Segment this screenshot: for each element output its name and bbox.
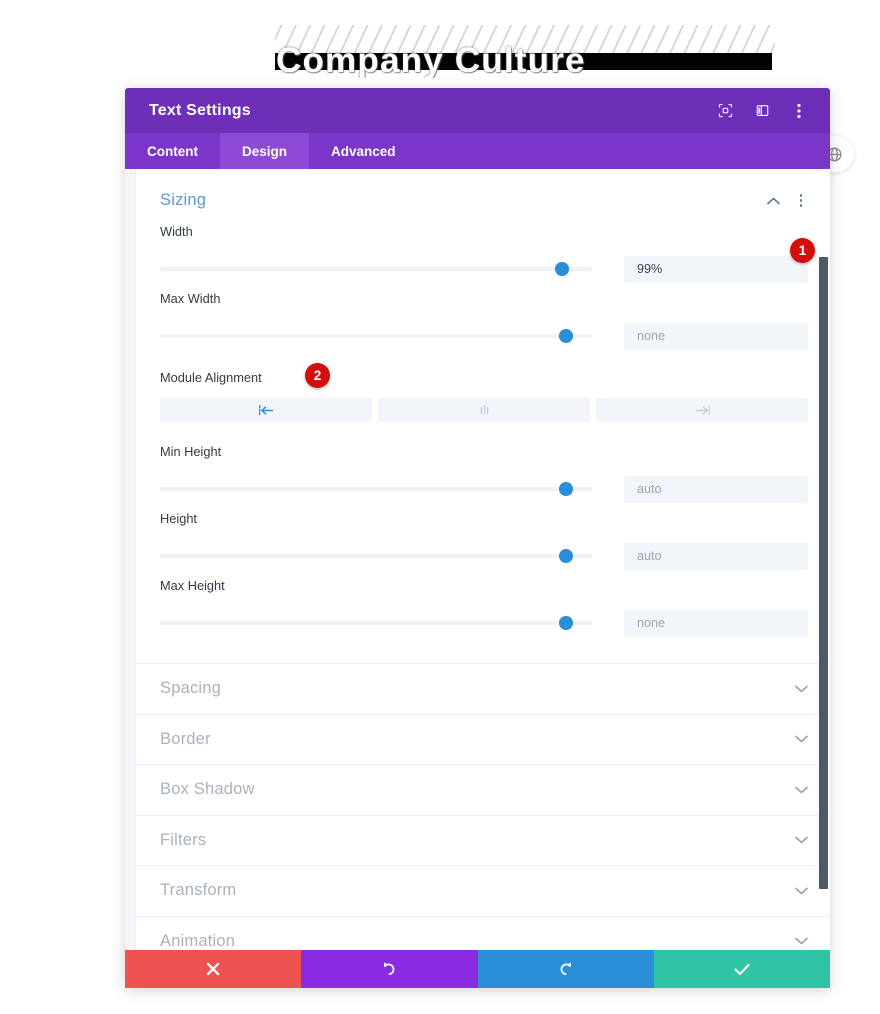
close-button[interactable] bbox=[125, 950, 301, 988]
sizing-more-options-icon[interactable] bbox=[794, 193, 808, 209]
tab-advanced[interactable]: Advanced bbox=[309, 133, 418, 169]
max-width-slider[interactable] bbox=[160, 322, 592, 350]
modal-tabs: Content Design Advanced bbox=[125, 133, 830, 169]
field-label-max-height: Max Height bbox=[160, 578, 808, 593]
field-row-height: auto bbox=[160, 542, 808, 570]
undo-button[interactable] bbox=[301, 950, 477, 988]
section-spacing[interactable]: Spacing bbox=[136, 664, 830, 715]
screen: Company Culture Text Settings bbox=[0, 0, 880, 1014]
width-value-input[interactable]: 99% bbox=[624, 256, 808, 283]
sizing-section-header[interactable]: Sizing bbox=[160, 169, 808, 224]
panel-layout-icon[interactable] bbox=[753, 102, 771, 120]
sizing-section-title: Sizing bbox=[160, 191, 206, 210]
field-label-min-height: Min Height bbox=[160, 444, 808, 459]
section-sizing: Sizing bbox=[136, 169, 830, 637]
chevron-down-icon[interactable] bbox=[794, 682, 808, 696]
chevron-down-icon[interactable] bbox=[794, 783, 808, 797]
max-height-slider-knob[interactable] bbox=[559, 616, 573, 630]
field-max-width: Max Width none bbox=[160, 291, 808, 350]
width-slider-knob[interactable] bbox=[555, 262, 569, 276]
field-min-height: Min Height auto bbox=[160, 444, 808, 503]
height-slider[interactable] bbox=[160, 542, 592, 570]
chevron-down-icon[interactable] bbox=[794, 833, 808, 847]
align-right-button[interactable] bbox=[596, 398, 808, 422]
field-row-max-width: none bbox=[160, 322, 808, 350]
min-height-slider[interactable] bbox=[160, 475, 592, 503]
section-box-shadow[interactable]: Box Shadow bbox=[136, 765, 830, 816]
section-animation[interactable]: Animation bbox=[136, 917, 830, 951]
max-height-slider-track bbox=[160, 621, 592, 625]
section-label-filters: Filters bbox=[160, 831, 206, 850]
chevron-up-icon[interactable] bbox=[766, 194, 780, 208]
min-height-value-input[interactable]: auto bbox=[624, 476, 808, 503]
height-value-input[interactable]: auto bbox=[624, 543, 808, 570]
field-label-width: Width bbox=[160, 224, 808, 239]
settings-scrollbar[interactable] bbox=[819, 169, 828, 950]
field-row-max-height: none bbox=[160, 609, 808, 637]
annotation-badge-1: 1 bbox=[790, 238, 815, 263]
field-label-module-alignment: Module Alignment bbox=[160, 370, 808, 385]
section-label-transform: Transform bbox=[160, 881, 236, 900]
field-module-alignment: Module Alignment bbox=[160, 370, 808, 422]
field-row-min-height: auto bbox=[160, 475, 808, 503]
max-height-slider[interactable] bbox=[160, 609, 592, 637]
module-alignment-group bbox=[160, 398, 808, 422]
section-label-spacing: Spacing bbox=[160, 679, 221, 698]
field-row-width: 99% bbox=[160, 255, 808, 283]
tab-content[interactable]: Content bbox=[125, 133, 220, 169]
max-width-value-input[interactable]: none bbox=[624, 323, 808, 350]
width-slider[interactable] bbox=[160, 255, 592, 283]
field-width: Width 99% bbox=[160, 224, 808, 283]
collapsed-sections-list: Spacing Border bbox=[136, 663, 830, 950]
chevron-down-icon[interactable] bbox=[794, 934, 808, 948]
modal-body: Sizing bbox=[125, 169, 830, 950]
text-settings-modal: Text Settings bbox=[125, 88, 830, 988]
max-width-slider-track bbox=[160, 334, 592, 338]
modal-footer-actions bbox=[125, 950, 830, 988]
align-center-button[interactable] bbox=[378, 398, 590, 422]
page-title: Company Culture bbox=[276, 42, 586, 78]
section-border[interactable]: Border bbox=[136, 715, 830, 766]
annotation-badge-2: 2 bbox=[305, 363, 330, 388]
modal-titlebar: Text Settings bbox=[125, 88, 830, 133]
width-slider-track bbox=[160, 267, 592, 271]
field-label-max-width: Max Width bbox=[160, 291, 808, 306]
field-max-height: Max Height none bbox=[160, 578, 808, 637]
height-slider-knob[interactable] bbox=[559, 549, 573, 563]
max-width-slider-knob[interactable] bbox=[559, 329, 573, 343]
min-height-slider-knob[interactable] bbox=[559, 482, 573, 496]
body-gutter bbox=[125, 169, 136, 950]
align-left-button[interactable] bbox=[160, 398, 372, 422]
chevron-down-icon[interactable] bbox=[794, 884, 808, 898]
settings-scroll-area: Sizing bbox=[136, 169, 830, 950]
page-canvas: Company Culture bbox=[270, 22, 775, 78]
scrollbar-thumb[interactable] bbox=[819, 257, 828, 889]
max-height-value-input[interactable]: none bbox=[624, 610, 808, 637]
field-height: Height auto bbox=[160, 511, 808, 570]
tab-design[interactable]: Design bbox=[220, 133, 309, 169]
save-button[interactable] bbox=[654, 950, 830, 988]
titlebar-actions bbox=[716, 102, 808, 120]
fullscreen-icon[interactable] bbox=[716, 102, 734, 120]
section-label-box-shadow: Box Shadow bbox=[160, 780, 255, 799]
section-transform[interactable]: Transform bbox=[136, 866, 830, 917]
min-height-slider-track bbox=[160, 487, 592, 491]
section-filters[interactable]: Filters bbox=[136, 816, 830, 867]
chevron-down-icon[interactable] bbox=[794, 732, 808, 746]
redo-button[interactable] bbox=[478, 950, 654, 988]
more-options-icon[interactable] bbox=[790, 102, 808, 120]
height-slider-track bbox=[160, 554, 592, 558]
modal-title: Text Settings bbox=[149, 102, 251, 120]
sizing-header-actions bbox=[766, 193, 808, 209]
section-label-border: Border bbox=[160, 730, 211, 749]
field-label-height: Height bbox=[160, 511, 808, 526]
section-label-animation: Animation bbox=[160, 932, 235, 950]
